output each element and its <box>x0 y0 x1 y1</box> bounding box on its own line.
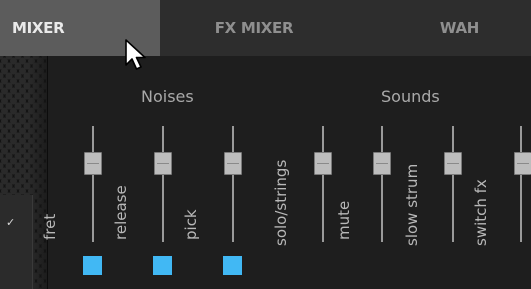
indicator-pick[interactable] <box>223 256 242 275</box>
channel-label-release: release <box>112 185 130 240</box>
fader-handle-release[interactable] <box>154 152 172 175</box>
fader-handle-solo-strings[interactable] <box>314 152 332 175</box>
channel-label-pick: pick <box>182 209 200 240</box>
channel-label-solo-strings: solo/strings <box>272 159 290 246</box>
indicator-release[interactable] <box>153 256 172 275</box>
mouse-cursor-icon <box>125 39 146 70</box>
fader-handle-switch-fx[interactable] <box>514 152 531 175</box>
fader-track-switch-fx <box>520 126 522 242</box>
fader-track-pick <box>232 126 234 242</box>
tab-bar: MIXER FX MIXER WAH <box>0 0 531 56</box>
fader-track-fret <box>92 126 94 242</box>
fader-track-slow-strum <box>452 126 454 242</box>
channel-label-mute: mute <box>335 200 353 240</box>
fader-handle-mute[interactable] <box>373 152 391 175</box>
section-title-sounds: Sounds <box>381 87 440 106</box>
fader-track-release <box>162 126 164 242</box>
fader-handle-pick[interactable] <box>224 152 242 175</box>
side-widget[interactable] <box>0 195 33 289</box>
fader-track-solo-strings <box>322 126 324 242</box>
channel-label-switch-fx: switch fx <box>472 179 490 246</box>
tab-wah[interactable]: WAH <box>348 0 531 56</box>
fader-handle-fret[interactable] <box>84 152 102 175</box>
channel-label-slow-strum: slow strum <box>403 163 421 246</box>
section-title-noises: Noises <box>141 87 194 106</box>
channel-label-fret: fret <box>41 213 59 240</box>
fader-handle-slow-strum[interactable] <box>444 152 462 175</box>
indicator-fret[interactable] <box>83 256 102 275</box>
fader-track-mute <box>381 126 383 242</box>
tab-fx-mixer[interactable]: FX MIXER <box>160 0 348 56</box>
checkmark-icon: ✓ <box>6 216 16 229</box>
